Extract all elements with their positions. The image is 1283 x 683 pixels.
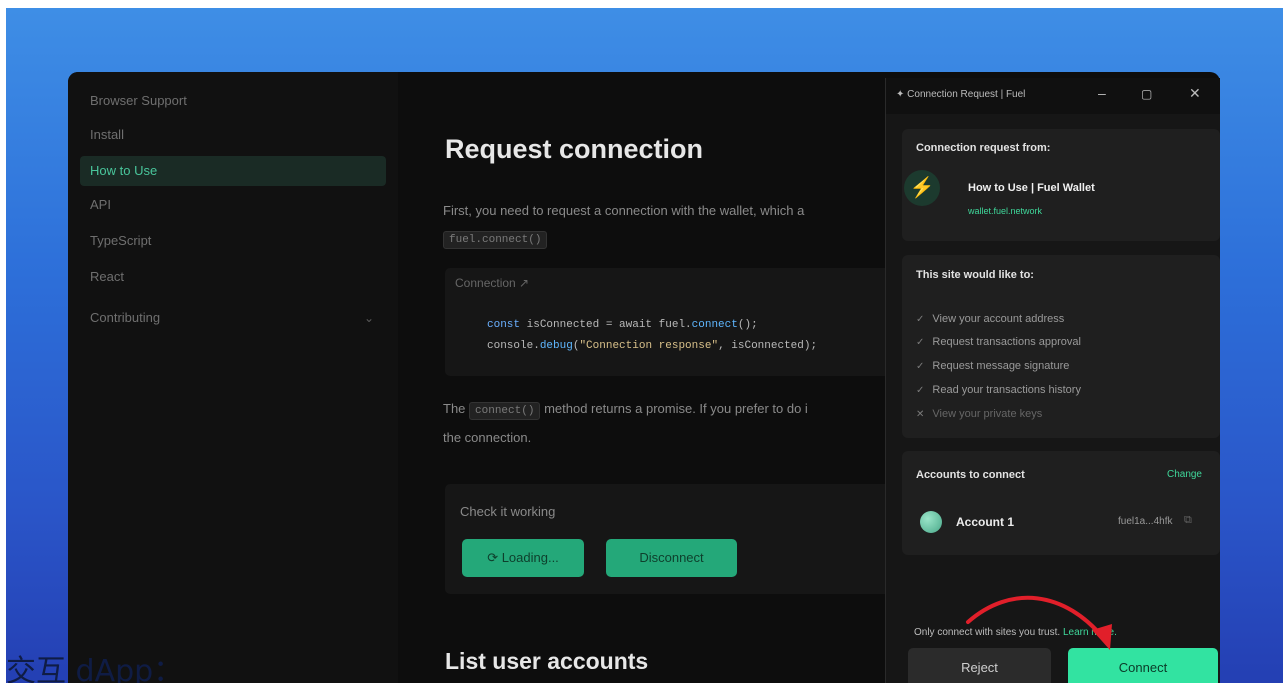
caption-text: 交互 dApp： [6,654,184,683]
permissions-label: This site would like to: [916,269,1034,281]
page-title: Request connection [445,134,704,164]
check-icon: ✓ [916,385,925,396]
sidebar-item-contributing[interactable]: Contributing ⌄ [80,303,386,333]
lightning-bolt-icon: ⚡ [904,170,940,206]
close-icon[interactable]: ✕ [1189,85,1201,102]
reject-button[interactable]: Reject [908,648,1051,683]
app-name: How to Use | Fuel Wallet [968,182,1095,194]
wallet-window-title: ✦ Connection Request | Fuel [896,89,1026,100]
accounts-card: Accounts to connect [902,451,1220,555]
sidebar-item-browser-support[interactable]: Browser Support [80,86,386,116]
section-heading: List user accounts [445,648,649,674]
intro-code-line: fuel.connect() [443,230,548,249]
connection-from-label: Connection request from: [916,142,1051,154]
x-icon: ✕ [916,409,925,420]
permission-item: ✓ View your account address [916,313,1065,325]
sidebar-item-api[interactable]: API [80,190,386,220]
top-border [0,0,1283,8]
minimize-icon[interactable]: – [1098,85,1106,101]
sidebar-item-label: Contributing [90,310,161,325]
intro-text: First, you need to request a connection … [443,203,805,218]
connect-button[interactable]: Connect [1068,648,1218,683]
method-text: The connect() method returns a promise. … [443,401,808,420]
check-icon: ✓ [916,337,925,348]
method-text-line2: the connection. [443,430,532,445]
docs-content: Request connection First, you need to re… [418,72,890,683]
permission-item: ✓ Request message signature [916,360,1070,372]
permission-item: ✓ Request transactions approval [916,336,1081,348]
app-url: wallet.fuel.network [968,206,1043,216]
wallet-popup: ✦ Connection Request | Fuel – ▢ ✕ Connec… [885,78,1220,683]
sidebar-item-install[interactable]: Install [80,120,386,150]
demo-title: Check it working [460,504,556,519]
learn-more-link[interactable]: Learn more. [1063,627,1117,638]
accounts-label: Accounts to connect [916,469,1025,481]
code-block: Connection ↗ const isConnected = await f… [445,268,890,376]
demo-box: Check it working ⟳ Loading... Disconnect [445,484,890,594]
wallet-titlebar: ✦ Connection Request | Fuel – ▢ ✕ [886,78,1220,114]
avatar [920,511,942,533]
chevron-down-icon: ⌄ [363,311,374,325]
code-line-2: console.debug("Connection response", isC… [487,340,818,352]
change-link[interactable]: Change [1167,469,1202,480]
loading-button[interactable]: ⟳ Loading... [462,539,584,577]
inline-code: fuel.connect() [443,231,548,249]
permission-item: ✕ View your private keys [916,408,1043,420]
maximize-icon[interactable]: ▢ [1141,87,1152,101]
fuel-logo-icon: ✦ [896,89,908,100]
left-border [0,0,6,683]
check-icon: ✓ [916,361,925,372]
trust-notice: Only connect with sites you trust. Learn… [914,627,1117,638]
inline-code: connect() [469,402,541,420]
docs-sidebar: Browser Support Install How to Use API T… [68,72,398,683]
sidebar-item-how-to-use[interactable]: How to Use [80,156,386,186]
check-icon: ✓ [916,314,925,325]
account-address: fuel1a...4hfk [1118,516,1173,527]
code-line-1: const isConnected = await fuel.connect()… [487,319,758,331]
sidebar-item-typescript[interactable]: TypeScript [80,226,386,256]
disconnect-button[interactable]: Disconnect [606,539,737,577]
permission-item: ✓ Read your transactions history [916,384,1081,396]
copy-icon[interactable]: ⧉ [1184,514,1192,527]
account-name: Account 1 [956,515,1015,529]
sidebar-item-react[interactable]: React [80,262,386,292]
code-block-header[interactable]: Connection ↗ [455,276,529,290]
